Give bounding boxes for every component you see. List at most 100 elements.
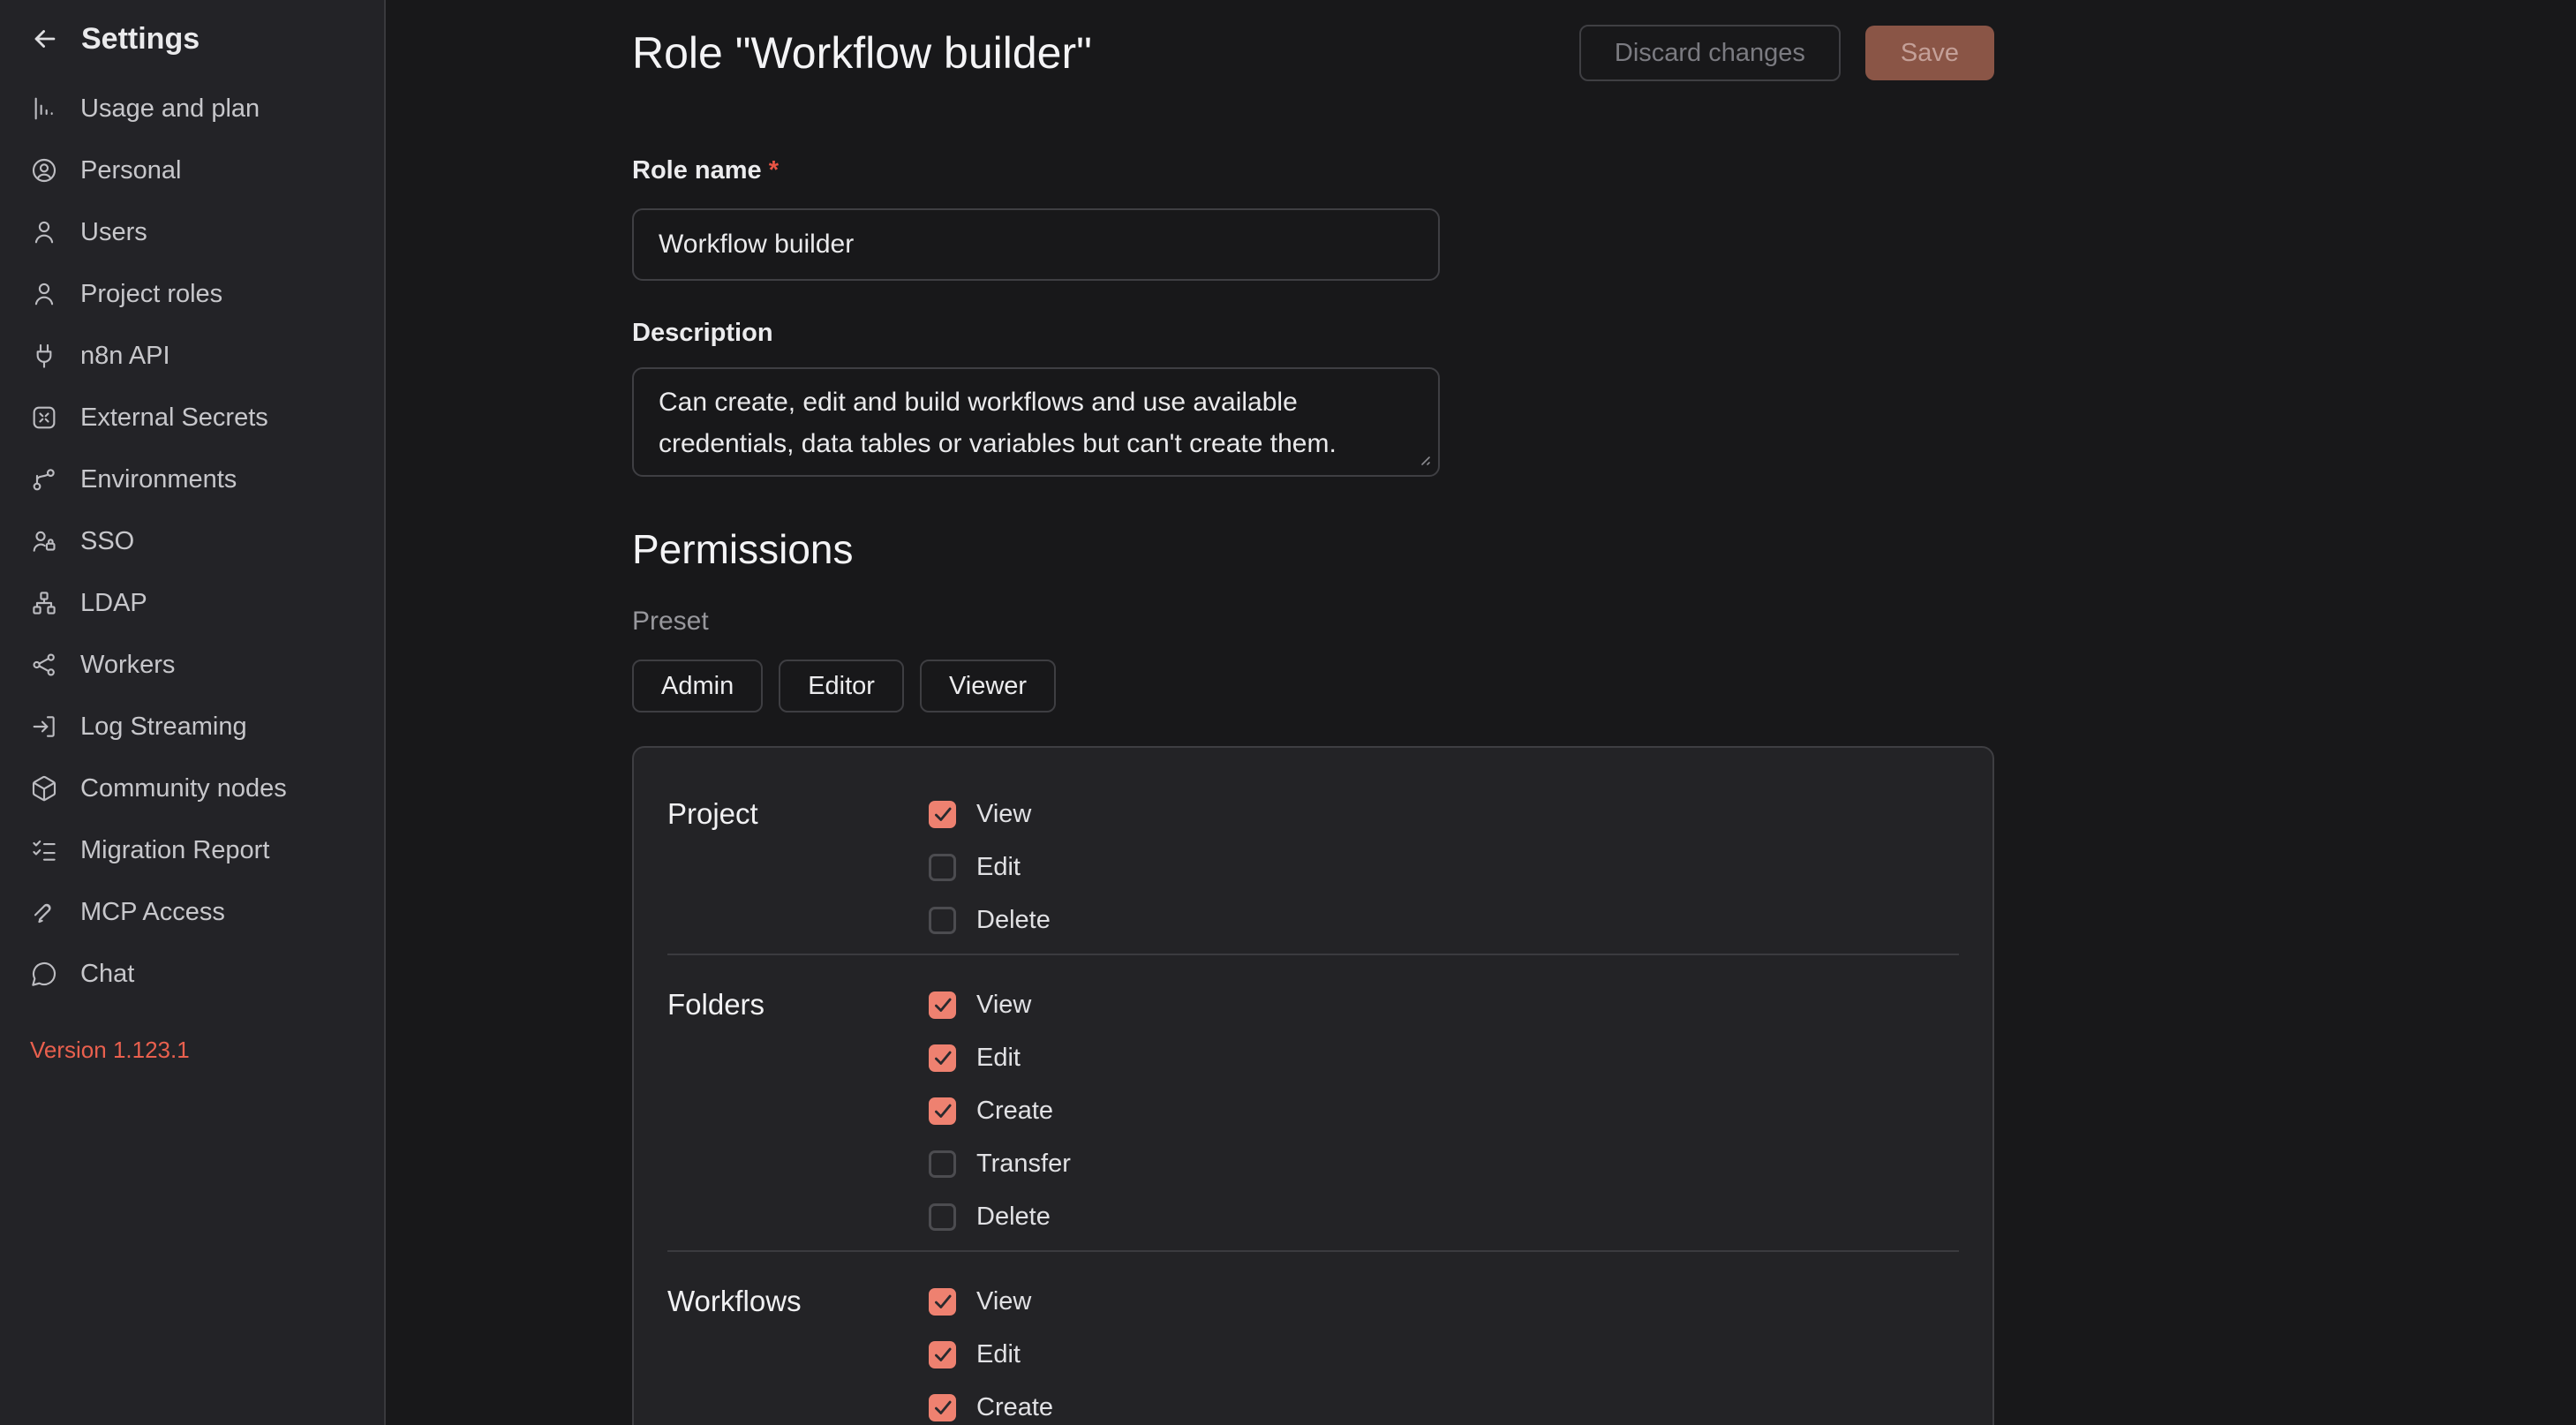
sidebar-item-label: Users — [80, 218, 147, 247]
mcp-icon — [30, 898, 58, 926]
role-name-label: Role name * — [632, 155, 1994, 185]
group-divider — [667, 1250, 1959, 1252]
share-nodes-icon — [30, 651, 58, 679]
sidebar-item-external-secrets[interactable]: External Secrets — [0, 387, 384, 449]
sidebar-item-usage-and-plan[interactable]: Usage and plan — [0, 78, 384, 139]
permission-row-project-edit: Edit — [929, 841, 1959, 893]
preset-admin-button[interactable]: Admin — [632, 660, 763, 712]
sidebar-item-label: Community nodes — [80, 774, 287, 803]
permission-row-folders-delete: Delete — [929, 1190, 1959, 1243]
checkbox-folders-delete[interactable] — [929, 1203, 956, 1231]
back-arrow-icon[interactable] — [30, 24, 60, 54]
permission-label: View — [976, 1287, 1031, 1316]
sidebar-item-label: n8n API — [80, 342, 170, 371]
sidebar-item-label: Chat — [80, 960, 134, 989]
sidebar-item-workers[interactable]: Workers — [0, 634, 384, 696]
sidebar-item-label: LDAP — [80, 589, 147, 618]
package-icon — [30, 774, 58, 803]
permission-group-title: Workflows — [667, 1282, 929, 1425]
sidebar-item-sso[interactable]: SSO — [0, 510, 384, 572]
sidebar-item-ldap[interactable]: LDAP — [0, 572, 384, 634]
permissions-heading: Permissions — [632, 526, 1994, 572]
description-label: Description — [632, 318, 1994, 348]
save-button[interactable]: Save — [1865, 26, 1994, 80]
checkbox-project-edit[interactable] — [929, 854, 956, 881]
check-icon — [931, 1099, 954, 1122]
log-in-icon — [30, 712, 58, 741]
check-icon — [931, 803, 954, 826]
checkbox-folders-edit[interactable] — [929, 1044, 956, 1072]
check-icon — [931, 1396, 954, 1419]
sidebar-nav: Usage and plan Personal Users Project roles… — [0, 78, 384, 1005]
sidebar-item-label: Personal — [80, 156, 181, 185]
sidebar-item-community-nodes[interactable]: Community nodes — [0, 758, 384, 819]
permission-label: Delete — [976, 1203, 1051, 1232]
sidebar-item-label: Project roles — [80, 280, 222, 309]
checkbox-workflows-view[interactable] — [929, 1288, 956, 1316]
permission-row-project-delete: Delete — [929, 893, 1959, 946]
checkbox-folders-transfer[interactable] — [929, 1150, 956, 1178]
checkbox-folders-view[interactable] — [929, 991, 956, 1019]
required-asterisk: * — [769, 156, 779, 185]
sidebar-header: Settings — [0, 18, 384, 60]
sidebar-item-log-streaming[interactable]: Log Streaming — [0, 696, 384, 758]
sidebar-item-n8n-api[interactable]: n8n API — [0, 325, 384, 387]
checkbox-folders-create[interactable] — [929, 1097, 956, 1125]
check-icon — [931, 993, 954, 1016]
checkbox-project-delete[interactable] — [929, 907, 956, 934]
role-editor: Role "Workflow builder" Discard changes … — [632, 0, 1994, 1425]
description-textarea[interactable]: Can create, edit and build workflows and… — [632, 367, 1440, 477]
sidebar-item-migration-report[interactable]: Migration Report — [0, 819, 384, 881]
permissions-panel: ProjectViewEditDeleteFoldersViewEditCrea… — [632, 746, 1994, 1425]
permission-label: View — [976, 800, 1031, 829]
checkbox-workflows-create[interactable] — [929, 1394, 956, 1421]
checkbox-workflows-edit[interactable] — [929, 1341, 956, 1368]
sidebar-item-chat[interactable]: Chat — [0, 943, 384, 1005]
settings-title: Settings — [81, 22, 200, 57]
permission-group-title: Folders — [667, 985, 929, 1243]
sidebar-item-users[interactable]: Users — [0, 201, 384, 263]
sidebar-item-label: MCP Access — [80, 898, 225, 927]
permission-label: Transfer — [976, 1150, 1071, 1179]
permission-row-workflows-edit: Edit — [929, 1328, 1959, 1381]
list-checks-icon — [30, 836, 58, 864]
permission-row-folders-transfer: Transfer — [929, 1137, 1959, 1190]
header-actions: Discard changes Save — [1579, 25, 1994, 81]
permission-label: Edit — [976, 1044, 1021, 1073]
permission-group-folders: FoldersViewEditCreateTransferDelete — [667, 978, 1959, 1243]
resize-handle-icon[interactable] — [1414, 449, 1432, 467]
version-label[interactable]: Version 1.123.1 — [30, 1037, 354, 1063]
checkbox-project-view[interactable] — [929, 801, 956, 828]
sidebar-item-environments[interactable]: Environments — [0, 449, 384, 510]
user-icon — [30, 218, 58, 246]
sidebar-item-mcp-access[interactable]: MCP Access — [0, 881, 384, 943]
permission-label: Edit — [976, 1340, 1021, 1369]
permission-group-workflows: Workflows View Edit Create — [667, 1275, 1959, 1425]
circle-user-icon — [30, 156, 58, 185]
preset-buttons: Admin Editor Viewer — [632, 660, 1994, 712]
sidebar-item-label: Log Streaming — [80, 712, 247, 742]
description-field: Can create, edit and build workflows and… — [632, 367, 1440, 477]
sidebar-item-label: Migration Report — [80, 836, 269, 865]
vault-icon — [30, 403, 58, 432]
sidebar-item-personal[interactable]: Personal — [0, 139, 384, 201]
role-name-input[interactable] — [632, 208, 1440, 281]
sidebar-item-label: Usage and plan — [80, 94, 260, 124]
chart-bar-icon — [30, 94, 58, 123]
permission-label: Create — [976, 1393, 1053, 1422]
permission-row-workflows-create: Create — [929, 1381, 1959, 1425]
discard-changes-button[interactable]: Discard changes — [1579, 25, 1841, 81]
sidebar-item-project-roles[interactable]: Project roles — [0, 263, 384, 325]
permission-row-project-view: View — [929, 788, 1959, 841]
group-divider — [667, 954, 1959, 955]
git-branch-icon — [30, 465, 58, 494]
sidebar-item-label: Workers — [80, 651, 175, 680]
preset-editor-button[interactable]: Editor — [779, 660, 904, 712]
preset-label: Preset — [632, 607, 1994, 636]
user-icon — [30, 280, 58, 308]
preset-viewer-button[interactable]: Viewer — [920, 660, 1056, 712]
permission-rows: View Edit Create — [929, 1275, 1959, 1425]
chat-bubble-icon — [30, 960, 58, 988]
page-title: Role "Workflow builder" — [632, 27, 1092, 79]
sidebar-item-label: Environments — [80, 465, 237, 494]
